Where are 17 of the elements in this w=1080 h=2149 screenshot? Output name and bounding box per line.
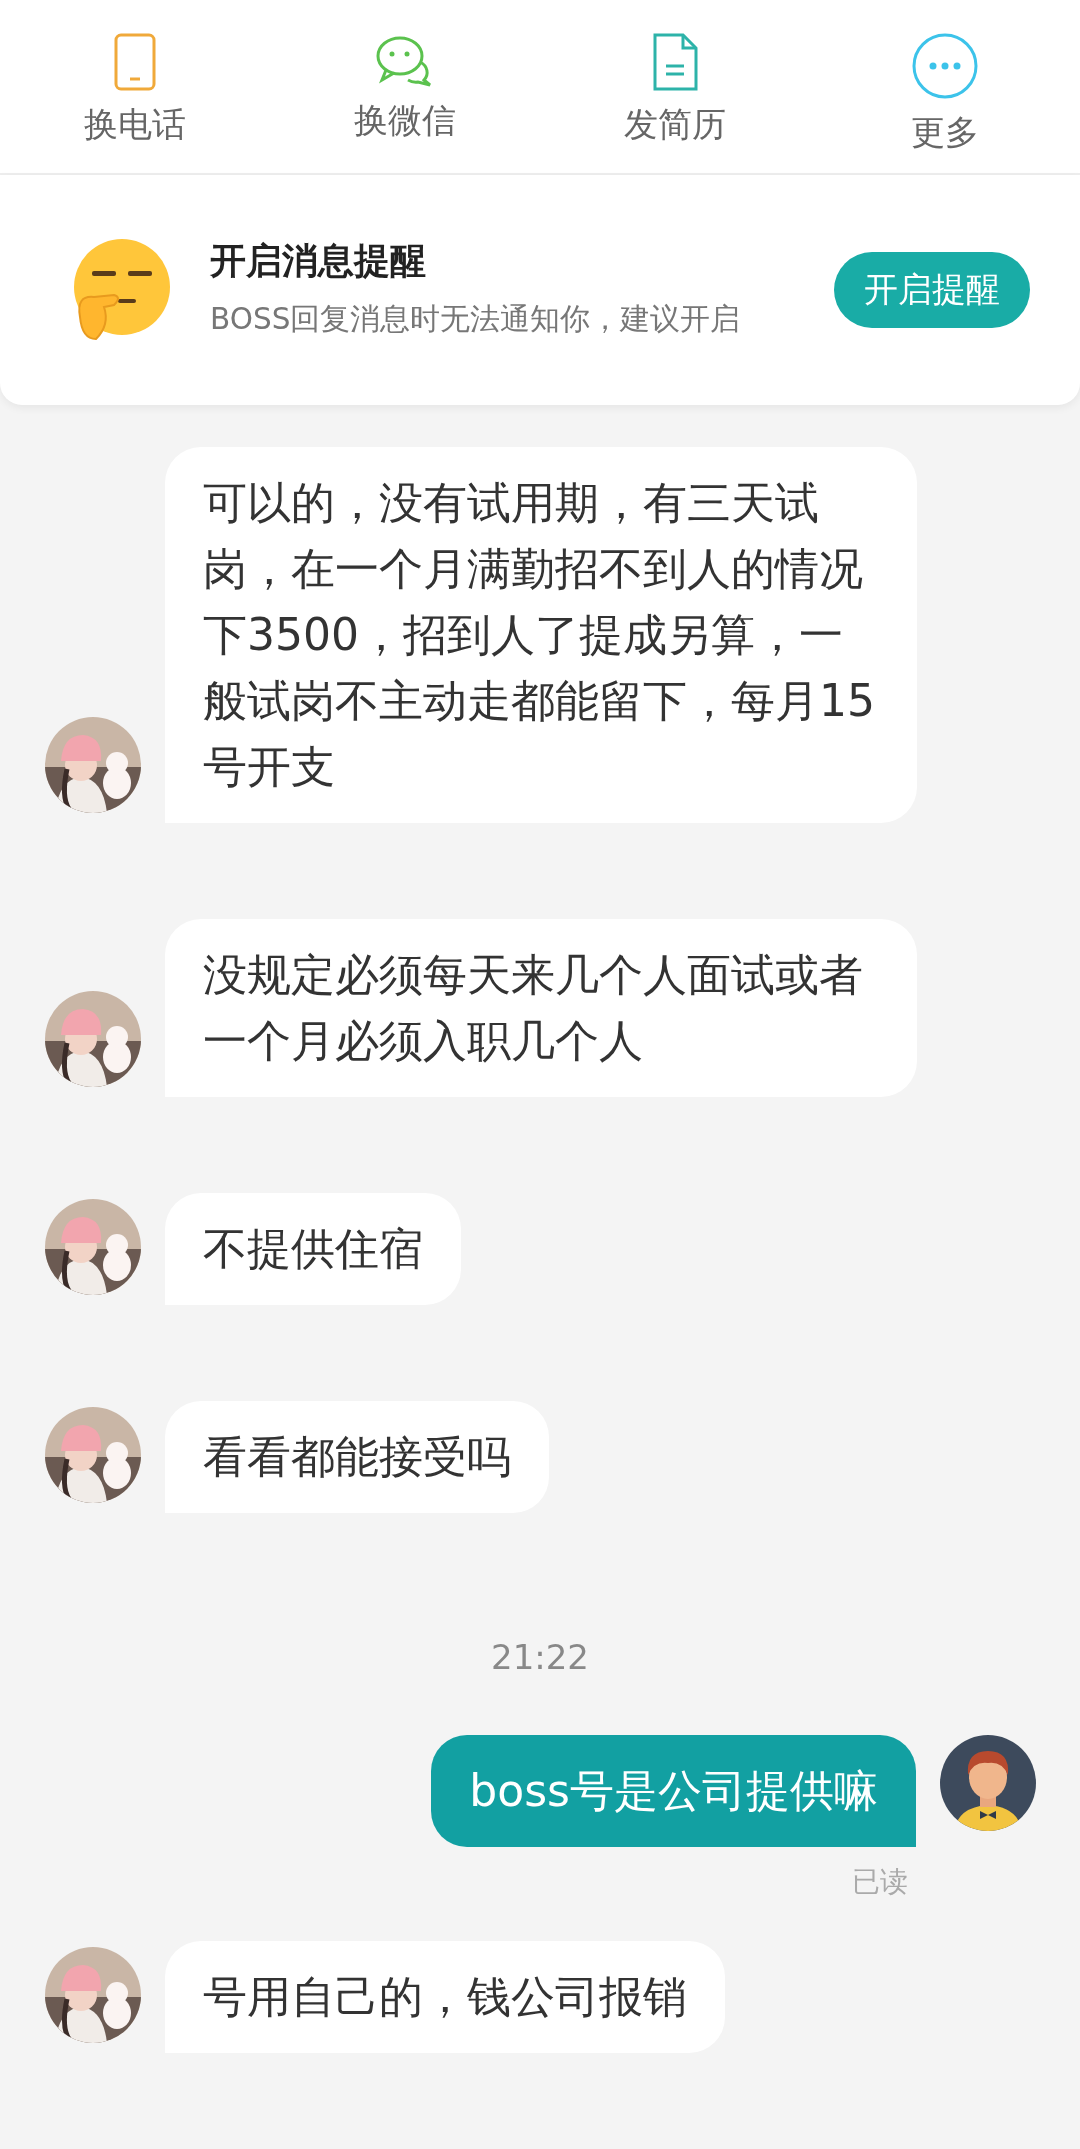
message-bubble: 看看都能接受吗 <box>165 1401 549 1513</box>
toolbar-button[interactable]: 发简历 <box>540 0 810 173</box>
message-bubble: 号用自己的，钱公司报销 <box>165 1941 725 2053</box>
card-title: 开启消息提醒 <box>210 239 427 284</box>
message-bubble: boss号是公司提供嘛 <box>431 1735 916 1847</box>
toolbar-button[interactable]: 换电话 <box>0 0 270 173</box>
card-description: BOSS回复消息时无法通知你，建议开启 <box>210 301 742 339</box>
toolbar-button[interactable]: 换微信 <box>270 0 540 173</box>
document-icon <box>651 32 699 92</box>
message-bubble: 可以的，没有试用期，有三天试岗，在一个月满勤招不到人的情况下3500，招到人了提成另算，一般试岗不主动走都能留下，每月15号开支 <box>165 447 917 823</box>
message-bubble: 没规定必须每天来几个人面试或者一个月必须入职几个人 <box>165 919 917 1097</box>
more-icon <box>911 32 979 100</box>
phone-icon <box>113 32 157 92</box>
message-bubble: 不提供住宿 <box>165 1193 461 1305</box>
read-status: 已读 <box>852 1864 908 1900</box>
timestamp: 21:22 <box>491 1637 589 1677</box>
toolbar-button[interactable]: 更多 <box>810 0 1080 173</box>
